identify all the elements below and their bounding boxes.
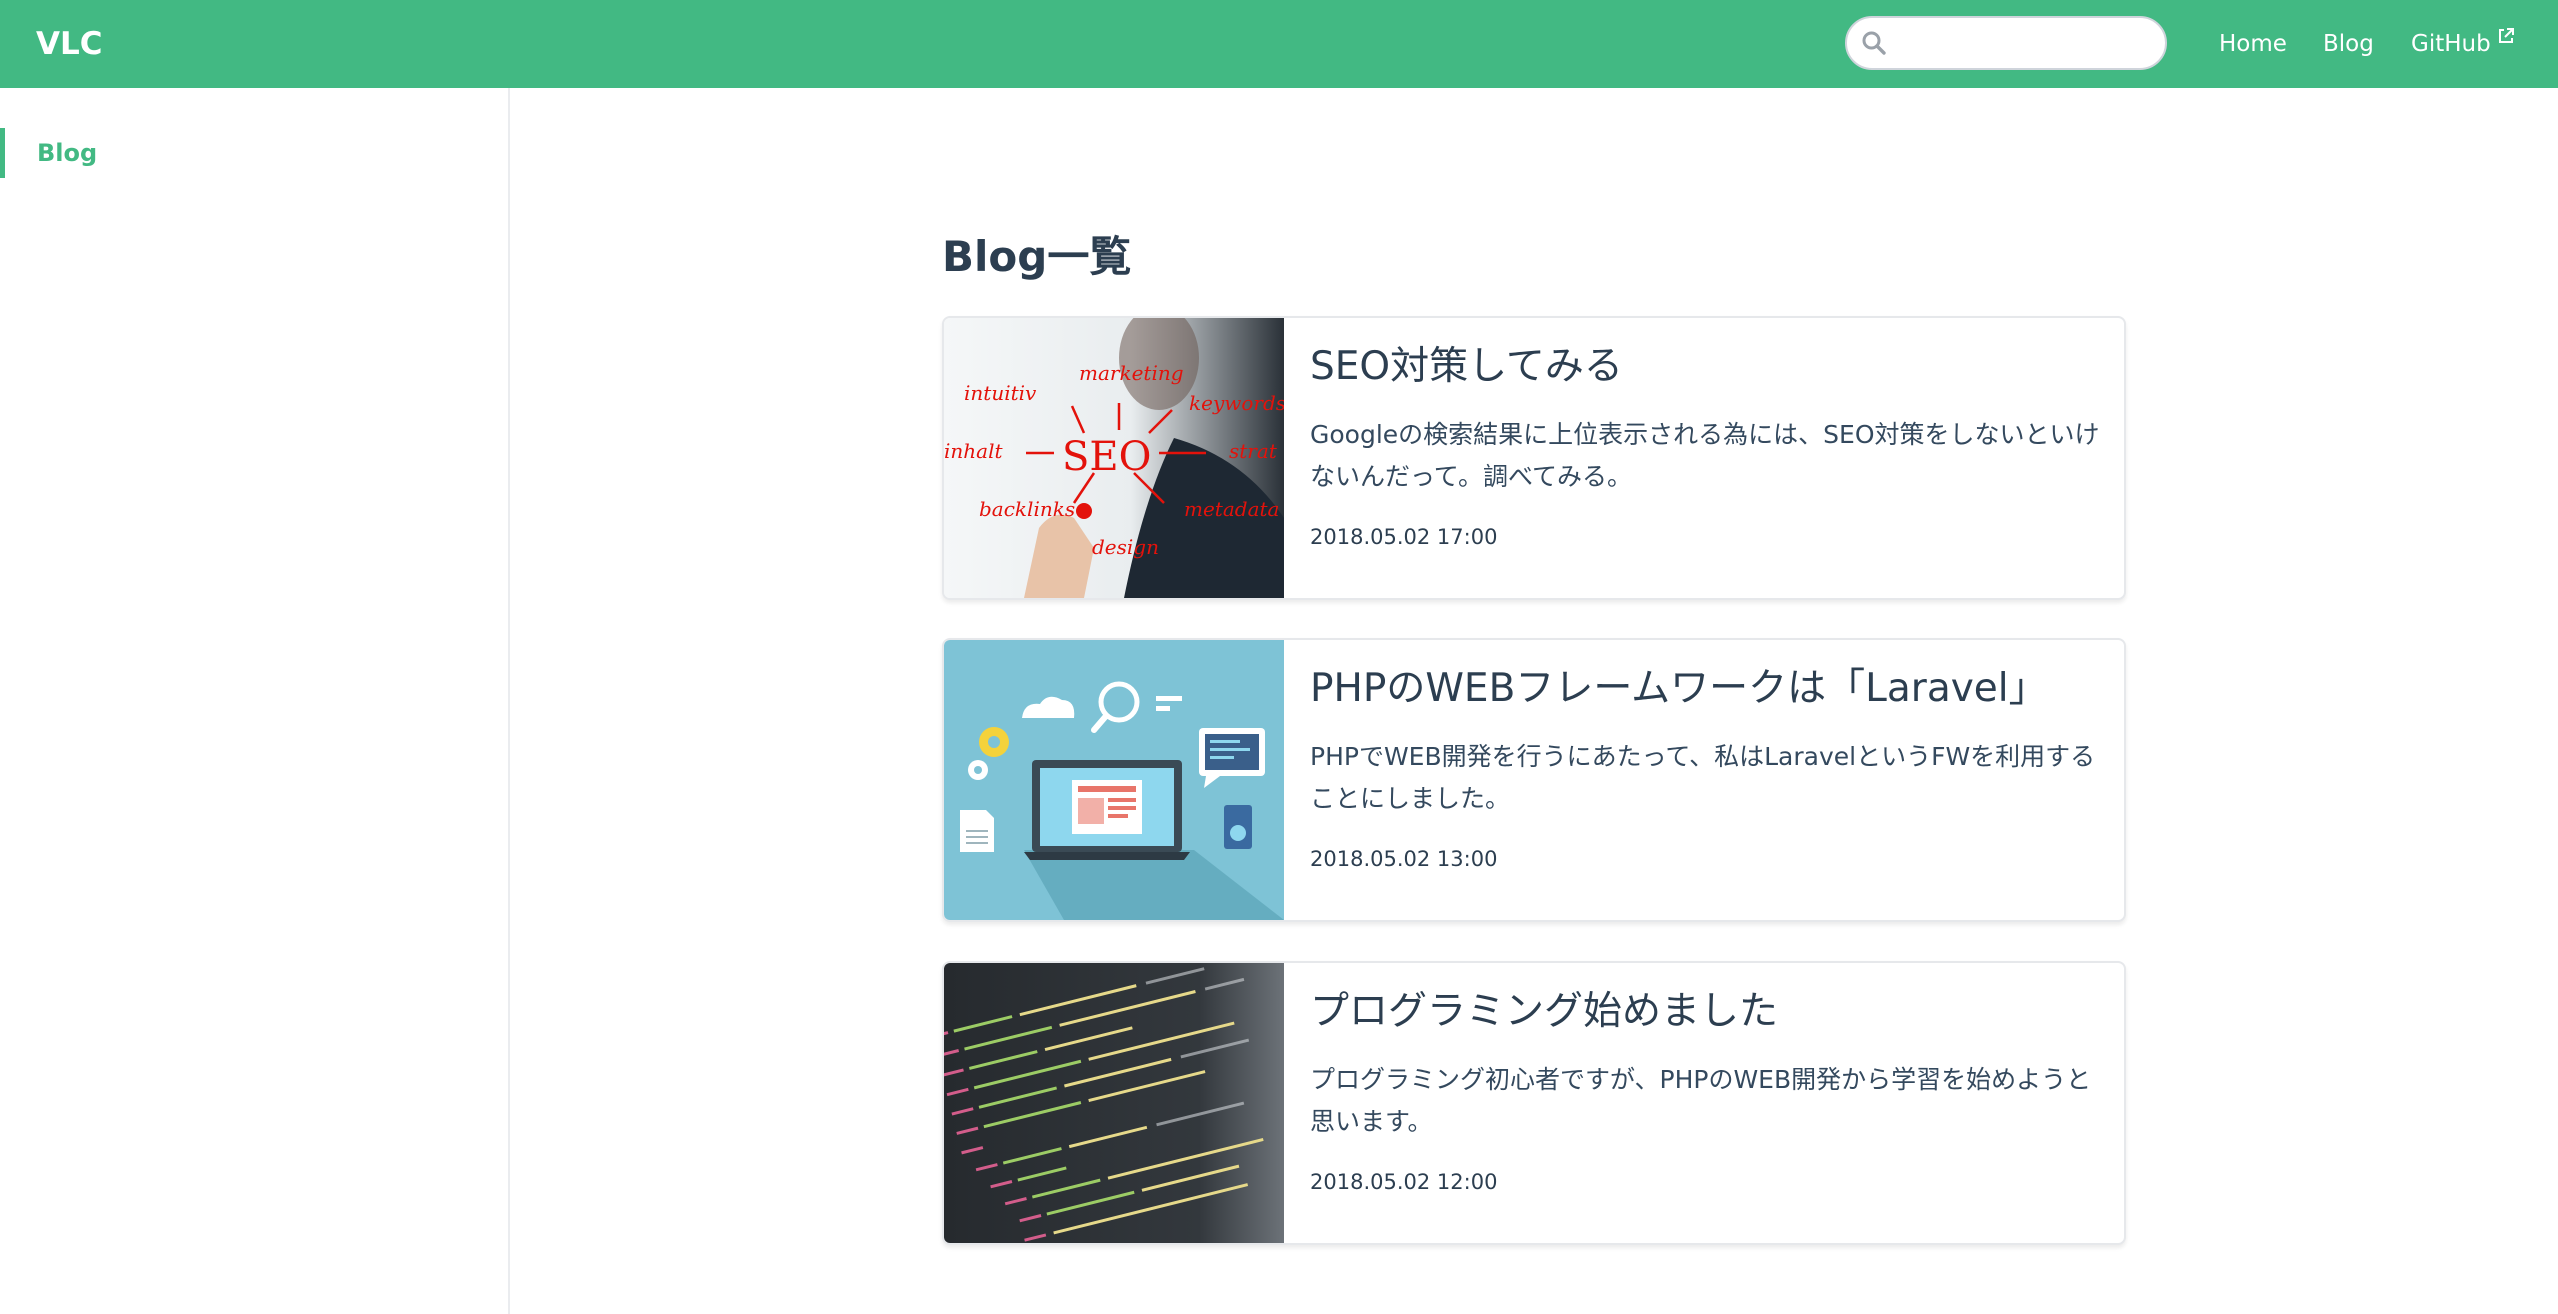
code-screen-image bbox=[944, 963, 1284, 1243]
post-description: Googleの検索結果に上位表示される為には、SEO対策をしないといけないんだっ… bbox=[1310, 420, 2100, 491]
post-title[interactable]: SEO対策してみる bbox=[1310, 340, 1623, 394]
site-name-link[interactable]: VLC bbox=[36, 22, 103, 66]
svg-text:marketing: marketing bbox=[1079, 361, 1184, 385]
svg-text:inhalt: inhalt bbox=[944, 439, 1003, 463]
svg-text:backlinks: backlinks bbox=[979, 497, 1075, 521]
post-card-laravel[interactable]: PHPのWEBフレームワークは「Laravel」 PHPでWEB開発を行うにあた… bbox=[942, 638, 2126, 922]
sidebar-item-blog[interactable]: Blog bbox=[0, 128, 508, 178]
sidebar-item-label: Blog bbox=[37, 139, 98, 167]
search-box[interactable] bbox=[1845, 16, 2167, 70]
search-icon bbox=[1862, 31, 1886, 55]
post-title[interactable]: PHPのWEBフレームワークは「Laravel」 bbox=[1310, 662, 2048, 716]
nav-link-home[interactable]: Home bbox=[2219, 26, 2287, 62]
navbar: VLC Home Blog GitHub bbox=[0, 0, 2558, 88]
post-thumbnail-seo: SEO intuitiv marketing keywords inhalt s… bbox=[944, 318, 1284, 598]
post-date: 2018.05.02 17:00 bbox=[1310, 525, 1498, 549]
post-card-seo[interactable]: SEO intuitiv marketing keywords inhalt s… bbox=[942, 316, 2126, 600]
svg-text:intuitiv: intuitiv bbox=[964, 381, 1037, 405]
svg-text:keywords: keywords bbox=[1189, 391, 1284, 415]
post-card-programming[interactable]: プログラミング始めました プログラミング初心者ですが、PHPのWEB開発から学習… bbox=[942, 961, 2126, 1245]
post-thumbnail-laravel bbox=[944, 640, 1284, 920]
seo-whiteboard-image: SEO intuitiv marketing keywords inhalt s… bbox=[944, 318, 1284, 598]
svg-text:SEO: SEO bbox=[1062, 434, 1151, 480]
external-link-icon bbox=[2498, 28, 2514, 43]
svg-text:design: design bbox=[1092, 535, 1159, 559]
svg-text:metadata: metadata bbox=[1184, 497, 1279, 521]
svg-text:strat: strat bbox=[1229, 439, 1278, 463]
post-description: PHPでWEB開発を行うにあたって、私はLaravelというFWを利用することに… bbox=[1310, 742, 2096, 813]
post-thumbnail-programming bbox=[944, 963, 1284, 1243]
page-title: Blog一覧 bbox=[942, 232, 1132, 281]
laptop-illustration-image bbox=[944, 640, 1284, 920]
sidebar: Blog bbox=[0, 88, 510, 1314]
nav-link-github-label: GitHub bbox=[2411, 31, 2491, 57]
nav-link-blog[interactable]: Blog bbox=[2323, 26, 2374, 62]
post-date: 2018.05.02 13:00 bbox=[1310, 847, 1498, 871]
post-date: 2018.05.02 12:00 bbox=[1310, 1170, 1498, 1194]
search-input[interactable] bbox=[1895, 24, 2153, 62]
post-title[interactable]: プログラミング始めました bbox=[1310, 985, 1778, 1039]
post-description: プログラミング初心者ですが、PHPのWEB開発から学習を始めようと思います。 bbox=[1310, 1065, 2092, 1136]
nav-link-github[interactable]: GitHub bbox=[2411, 26, 2515, 62]
